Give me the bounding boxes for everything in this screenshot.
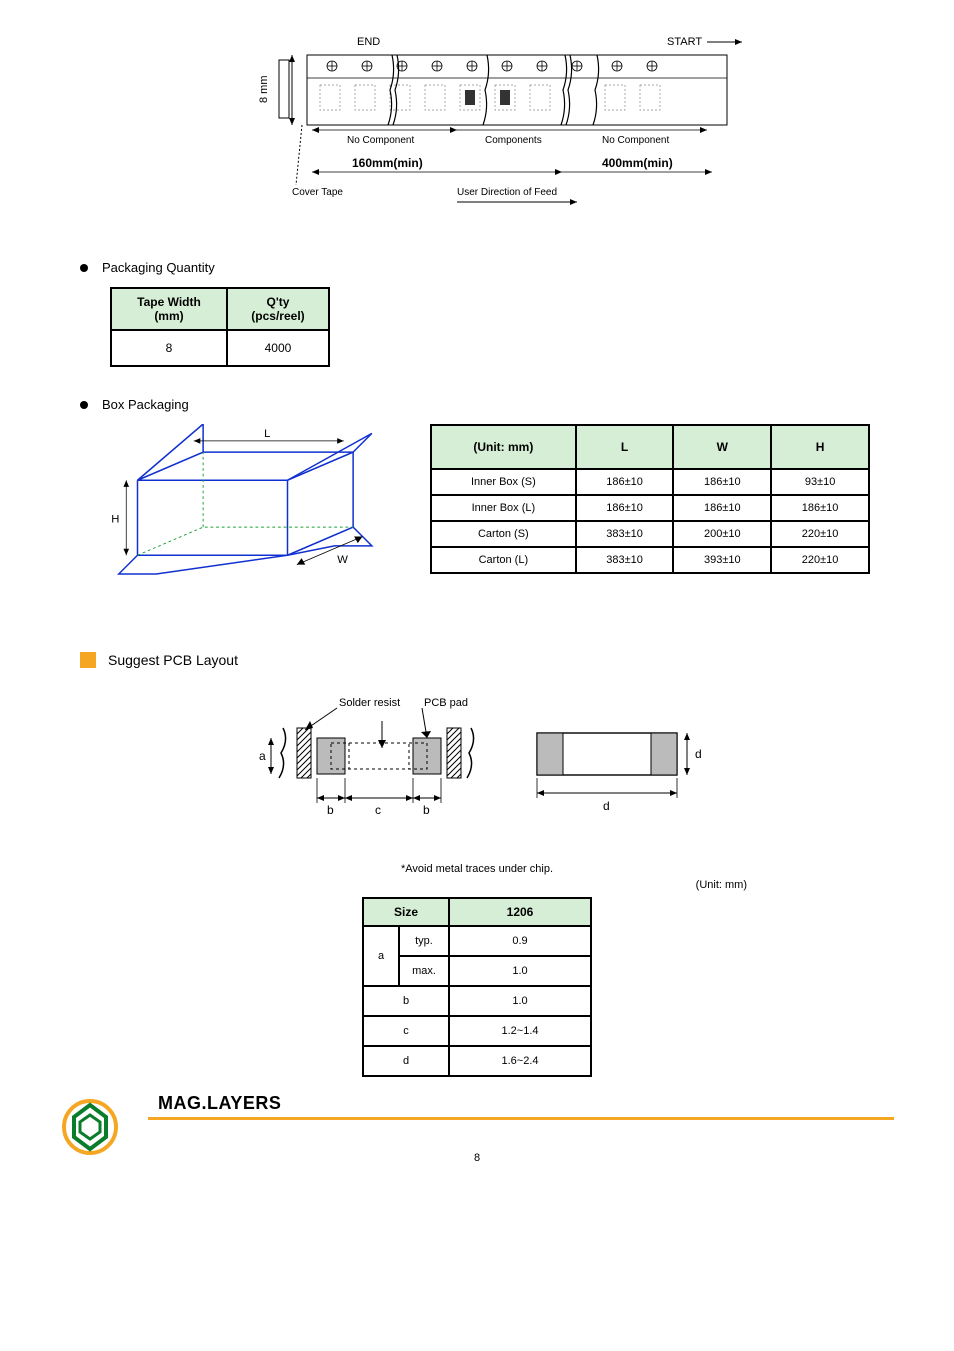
page-footer: MAG.LAYERS 8 bbox=[60, 1117, 894, 1164]
box-diagram-svg: L W H bbox=[100, 424, 400, 612]
box-packaging-heading: Box Packaging bbox=[80, 397, 894, 412]
svg-text:8 mm: 8 mm bbox=[258, 76, 270, 104]
packaging-qty-table: Tape Width (mm) Q'ty (pcs/reel) 8 4000 bbox=[110, 287, 330, 367]
qty-table-h2: Q'ty (pcs/reel) bbox=[227, 288, 329, 330]
box-packaging-label: Box Packaging bbox=[102, 397, 189, 412]
svg-text:Cover Tape: Cover Tape bbox=[292, 187, 343, 198]
svg-text:No Component: No Component bbox=[347, 135, 414, 146]
svg-text:User Direction of Feed: User Direction of Feed bbox=[457, 187, 557, 198]
page-number: 8 bbox=[60, 1152, 894, 1164]
table-row: Inner Box (L) 186±10 186±10 186±10 bbox=[431, 495, 869, 521]
bullet-icon bbox=[80, 401, 88, 409]
svg-text:a: a bbox=[259, 749, 266, 763]
box-table-W: W bbox=[673, 425, 771, 469]
pcb-diagram: Solder resist PCB pad a b c b d bbox=[60, 688, 894, 838]
pcb-table-1206: 1206 bbox=[449, 898, 591, 926]
pcb-note: *Avoid metal traces under chip. bbox=[401, 863, 553, 875]
qty-width: 8 bbox=[111, 330, 227, 366]
company-name: MAG.LAYERS bbox=[158, 1093, 281, 1114]
svg-text:d: d bbox=[695, 747, 702, 761]
pcb-layout-heading: Suggest PCB Layout bbox=[80, 652, 894, 668]
box-table-L: L bbox=[576, 425, 674, 469]
table-row: 8 4000 bbox=[111, 330, 329, 366]
qty-table-h1: Tape Width (mm) bbox=[111, 288, 227, 330]
company-logo-icon bbox=[60, 1097, 120, 1160]
tape-diagram-block: END START bbox=[60, 30, 894, 230]
svg-text:160mm(min): 160mm(min) bbox=[352, 156, 423, 170]
table-row: d 1.6~2.4 bbox=[363, 1046, 591, 1076]
packaging-qty-label: Packaging Quantity bbox=[102, 260, 215, 275]
qty-pcs: 4000 bbox=[227, 330, 329, 366]
svg-text:c: c bbox=[375, 803, 381, 817]
box-table: (Unit: mm) L W H Inner Box (S) 186±10 18… bbox=[430, 424, 870, 574]
box-table-H: H bbox=[771, 425, 869, 469]
tape-diagram-svg: END START bbox=[207, 30, 747, 230]
pcb-table: Size 1206 a typ. 0.9 max. 1.0 b 1.0 c 1.… bbox=[362, 897, 592, 1077]
svg-text:L: L bbox=[264, 428, 270, 440]
table-row: b 1.0 bbox=[363, 986, 591, 1016]
svg-text:Components: Components bbox=[485, 135, 542, 146]
svg-text:400mm(min): 400mm(min) bbox=[602, 156, 673, 170]
table-row: Carton (S) 383±10 200±10 220±10 bbox=[431, 521, 869, 547]
bullet-icon bbox=[80, 264, 88, 272]
svg-text:END: END bbox=[357, 36, 380, 48]
svg-text:Solder resist: Solder resist bbox=[339, 697, 400, 709]
table-row: Inner Box (S) 186±10 186±10 93±10 bbox=[431, 469, 869, 495]
svg-text:b: b bbox=[327, 803, 334, 817]
svg-text:No Component: No Component bbox=[602, 135, 669, 146]
pcb-title: Suggest PCB Layout bbox=[108, 652, 238, 668]
box-section: L W H (Unit: mm) L W H Inner Box (S) 186… bbox=[100, 424, 894, 612]
table-row: a typ. 0.9 bbox=[363, 926, 591, 956]
table-row: Carton (L) 383±10 393±10 220±10 bbox=[431, 547, 869, 573]
svg-text:PCB pad: PCB pad bbox=[424, 697, 468, 709]
svg-text:START: START bbox=[667, 36, 702, 48]
box-table-unit: (Unit: mm) bbox=[431, 425, 576, 469]
orange-square-icon bbox=[80, 652, 96, 668]
pcb-diagram-svg: Solder resist PCB pad a b c b d bbox=[247, 688, 707, 838]
pcb-note2: (Unit: mm) bbox=[696, 879, 747, 891]
svg-text:d: d bbox=[603, 799, 610, 813]
svg-text:b: b bbox=[423, 803, 430, 817]
svg-text:H: H bbox=[111, 513, 119, 525]
tape-diagram: END START bbox=[60, 30, 894, 230]
pcb-table-size: Size bbox=[363, 898, 449, 926]
table-row: c 1.2~1.4 bbox=[363, 1016, 591, 1046]
svg-text:W: W bbox=[337, 554, 348, 566]
footer-divider bbox=[148, 1117, 894, 1120]
packaging-qty-heading: Packaging Quantity bbox=[80, 260, 894, 275]
